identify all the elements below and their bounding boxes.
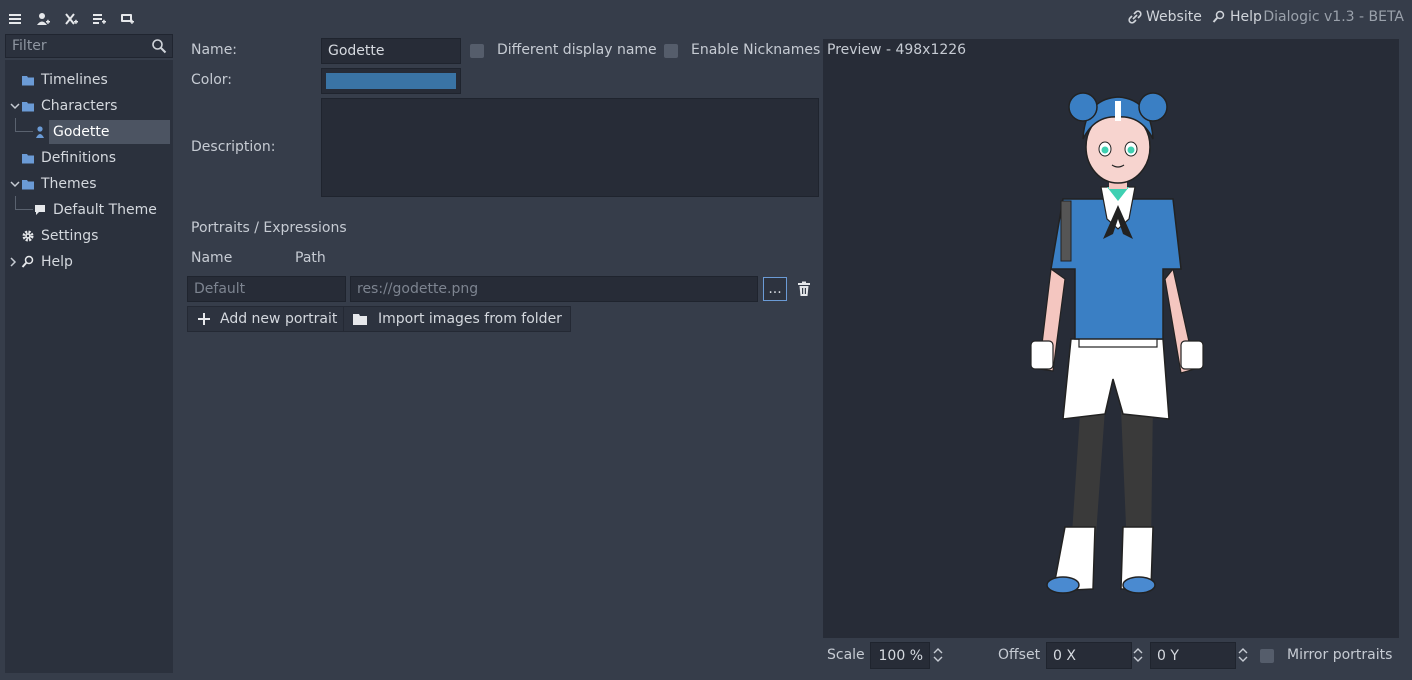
offset-y-input[interactable]: 0 Y xyxy=(1150,642,1236,669)
description-label: Description: xyxy=(191,139,276,155)
mirror-portraits-checkbox[interactable] xyxy=(1260,649,1274,663)
offset-x-input[interactable]: 0 X xyxy=(1046,642,1132,669)
browse-label: ... xyxy=(768,281,782,297)
portraits-section-title: Portraits / Expressions xyxy=(191,220,347,236)
folder-icon xyxy=(22,102,34,112)
name-label: Name: xyxy=(191,42,238,58)
help-link-label: Help xyxy=(1230,9,1262,25)
add-character-icon[interactable] xyxy=(34,10,52,28)
filter-box xyxy=(5,34,173,58)
add-theme-icon[interactable] xyxy=(118,10,136,28)
help-icon xyxy=(1212,10,1225,23)
scale-label: Scale xyxy=(827,647,865,663)
browse-portrait-button[interactable]: ... xyxy=(763,277,787,301)
character-icon xyxy=(33,121,47,143)
portrait-path-input[interactable]: res://godette.png xyxy=(350,276,758,302)
tree-item-timelines[interactable]: Timelines xyxy=(21,68,108,92)
tree-item-settings[interactable]: Settings xyxy=(21,224,98,248)
name-field[interactable]: Godette xyxy=(321,38,461,64)
chevron-right-icon[interactable] xyxy=(8,257,18,267)
tree-item-help[interactable]: Help xyxy=(21,250,73,274)
tree-item-label: Default Theme xyxy=(53,202,157,218)
add-definition-icon[interactable] xyxy=(90,10,108,28)
tree-item-themes[interactable]: Themes xyxy=(21,172,97,196)
tree-item-label: Help xyxy=(41,254,73,270)
preview-title: Preview - 498x1226 xyxy=(827,42,967,58)
offset-x-spinner-icon[interactable] xyxy=(1133,648,1143,662)
offset-label: Offset xyxy=(998,647,1041,663)
enable-nicknames-label: Enable Nicknames xyxy=(691,42,821,58)
add-portrait-button[interactable]: Add new portrait xyxy=(187,306,347,332)
import-folder-button[interactable]: Import images from folder xyxy=(343,306,571,332)
tree-item-characters[interactable]: Characters xyxy=(21,94,117,118)
website-link[interactable]: Website xyxy=(1128,9,1202,25)
color-swatch xyxy=(326,73,456,89)
scale-input[interactable]: 100 % xyxy=(870,642,930,669)
menu-icon[interactable] xyxy=(6,10,24,28)
portrait-image xyxy=(1030,92,1204,594)
different-display-name-checkbox[interactable] xyxy=(470,44,484,58)
folder-icon xyxy=(353,314,367,325)
import-folder-label: Import images from folder xyxy=(378,311,562,327)
add-portrait-label: Add new portrait xyxy=(220,311,338,327)
filter-input[interactable] xyxy=(6,35,146,57)
portrait-name-column: Name xyxy=(191,250,233,266)
chevron-down-icon[interactable] xyxy=(10,179,20,189)
folder-icon xyxy=(22,180,34,190)
add-timeline-icon[interactable] xyxy=(62,10,80,28)
tree-item-default-theme[interactable]: Default Theme xyxy=(33,198,157,222)
link-icon xyxy=(1128,10,1142,24)
portrait-name-input[interactable]: Default xyxy=(187,276,346,302)
search-icon xyxy=(152,39,167,54)
enable-nicknames-checkbox[interactable] xyxy=(664,44,678,58)
portrait-path-column: Path xyxy=(295,250,326,266)
folder-icon xyxy=(22,76,34,86)
tree-item-label: Definitions xyxy=(41,150,117,166)
tree-item-label: Characters xyxy=(41,98,118,114)
help-link[interactable]: Help xyxy=(1212,9,1262,25)
description-textarea[interactable] xyxy=(321,98,819,197)
offset-y-spinner-icon[interactable] xyxy=(1238,648,1248,662)
tree-item-definitions[interactable]: Definitions xyxy=(21,146,116,170)
tree-item-godette[interactable]: Godette xyxy=(49,120,170,144)
help-icon xyxy=(21,255,34,268)
tree-item-label: Themes xyxy=(41,176,97,192)
plus-icon xyxy=(198,313,210,325)
portrait-preview: Preview - 498x1226 xyxy=(823,39,1399,638)
tree-item-label: Timelines xyxy=(41,72,108,88)
version-label: Dialogic v1.3 - BETA xyxy=(1263,9,1404,25)
color-picker[interactable] xyxy=(321,68,461,94)
mirror-portraits-label: Mirror portraits xyxy=(1287,647,1393,663)
gear-icon xyxy=(22,230,34,242)
trash-icon[interactable] xyxy=(796,281,812,297)
tree-item-label: Godette xyxy=(53,124,110,140)
website-link-label: Website xyxy=(1146,9,1202,25)
different-display-name-label: Different display name xyxy=(497,42,657,58)
scale-spinner-icon[interactable] xyxy=(933,648,943,662)
color-label: Color: xyxy=(191,72,233,88)
theme-icon xyxy=(35,205,45,215)
folder-icon xyxy=(22,154,34,164)
chevron-down-icon[interactable] xyxy=(10,101,20,111)
tree-item-label: Settings xyxy=(41,228,99,244)
